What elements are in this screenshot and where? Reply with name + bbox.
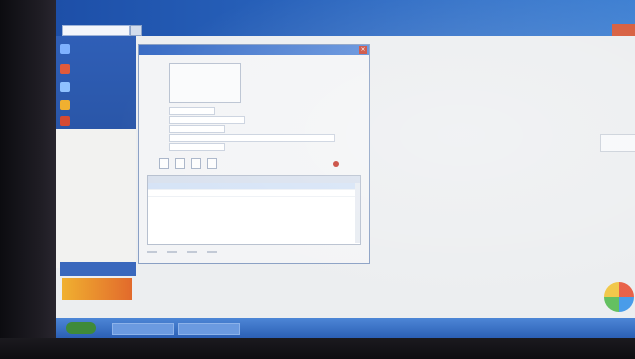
table-cell <box>261 183 304 189</box>
taskbar <box>56 318 635 338</box>
options-group <box>169 63 241 103</box>
grid-header <box>148 176 360 183</box>
table-cell <box>304 190 347 196</box>
text-field[interactable] <box>169 106 215 115</box>
form-row <box>145 106 215 115</box>
dialog-footer <box>147 247 359 257</box>
mail-icon <box>60 64 70 74</box>
toolbar-button[interactable] <box>159 158 169 169</box>
dialog-toolbar <box>159 158 217 169</box>
sidebar-item[interactable] <box>60 98 132 112</box>
toolbar-button[interactable] <box>191 158 201 169</box>
monitor-bezel-bottom <box>0 338 635 359</box>
footer-button[interactable] <box>147 251 157 253</box>
table-cell <box>148 190 261 196</box>
dialog-window: × <box>138 44 370 264</box>
users-icon <box>60 82 70 92</box>
taskbar-button[interactable] <box>178 323 240 335</box>
footer-button[interactable] <box>207 251 217 253</box>
promo-banner[interactable] <box>62 278 132 300</box>
dialog-title-bar[interactable] <box>139 45 369 55</box>
search-input[interactable] <box>62 25 130 36</box>
sidebar-item[interactable] <box>60 42 132 56</box>
table-cell <box>148 183 261 189</box>
side-action-button[interactable] <box>600 134 635 152</box>
data-grid <box>147 175 361 245</box>
text-field[interactable] <box>169 124 225 133</box>
column-header[interactable] <box>261 176 304 183</box>
toolbar-button[interactable] <box>207 158 217 169</box>
grid-scrollbar[interactable] <box>355 183 360 243</box>
sidebar-item[interactable] <box>60 62 132 76</box>
column-header[interactable] <box>304 176 347 183</box>
taskbar-button[interactable] <box>112 323 174 335</box>
browser-logo-icon <box>604 282 634 312</box>
form-row <box>145 142 225 151</box>
table-row[interactable] <box>148 190 360 197</box>
text-field[interactable] <box>169 142 225 151</box>
sidebar <box>56 36 136 268</box>
toolbar-button[interactable] <box>175 158 185 169</box>
screen: × <box>56 0 635 338</box>
sidebar-item[interactable] <box>60 80 132 94</box>
text-field[interactable] <box>169 133 335 142</box>
form-row <box>145 133 335 142</box>
footer-button[interactable] <box>167 251 177 253</box>
column-header[interactable] <box>148 176 261 183</box>
app-header <box>56 0 635 36</box>
status-indicator-icon <box>333 161 339 167</box>
search-button[interactable] <box>130 25 142 36</box>
folder-icon <box>60 44 70 54</box>
chart-icon <box>60 100 70 110</box>
text-field[interactable] <box>169 115 245 124</box>
header-action-button[interactable] <box>612 24 635 36</box>
sidebar-item[interactable] <box>60 114 132 128</box>
table-cell <box>261 190 304 196</box>
table-row[interactable] <box>148 183 360 190</box>
table-cell <box>304 183 347 189</box>
start-button[interactable] <box>66 322 96 334</box>
form-row <box>145 115 245 124</box>
footer-button[interactable] <box>187 251 197 253</box>
settings-icon <box>60 116 70 126</box>
close-icon[interactable]: × <box>359 46 367 54</box>
monitor-bezel <box>0 0 58 359</box>
form-row <box>145 124 225 133</box>
sidebar-bottom-item[interactable] <box>60 262 136 276</box>
